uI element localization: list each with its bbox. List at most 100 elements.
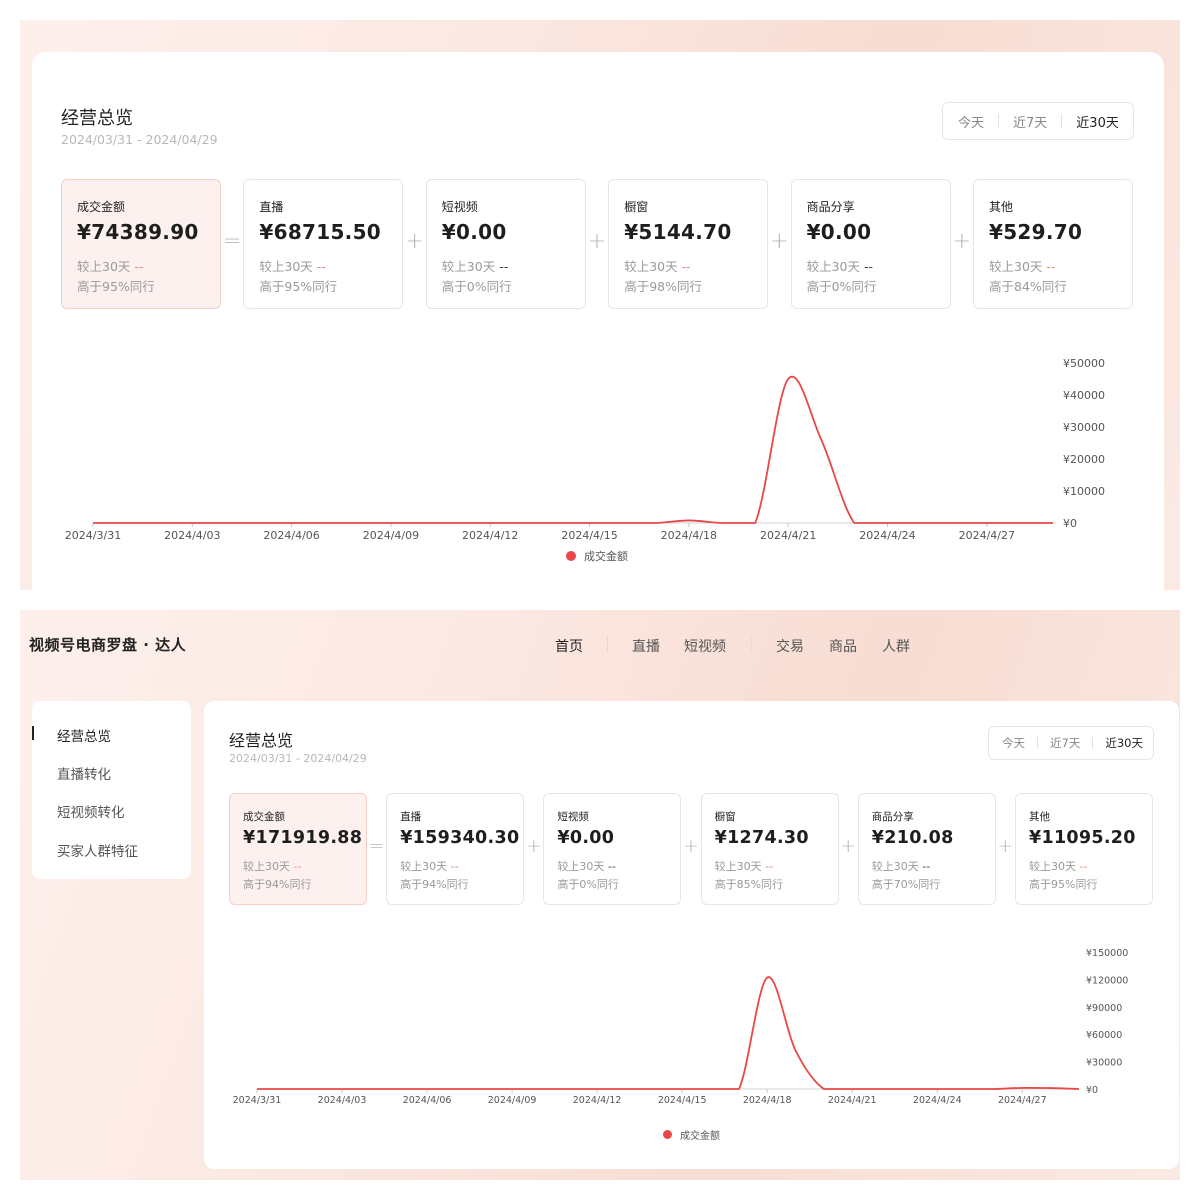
metric-rank: 高于0%同行: [557, 878, 619, 891]
nav-audience[interactable]: 人群: [882, 636, 910, 656]
metric-compare: 较上30天 --: [557, 858, 615, 874]
nav-short-video[interactable]: 短视频: [684, 636, 726, 656]
metric-value: ¥1274.30: [714, 828, 809, 848]
metric-value: ¥529.70: [989, 220, 1083, 244]
metric-value: ¥0.00: [806, 220, 872, 244]
metric-label: 成交金额: [77, 200, 126, 214]
metric-card-total[interactable]: 成交金额 ¥74389.90 较上30天 -- 高于95%同行: [61, 179, 221, 309]
x-tick-label: 2024/4/06: [263, 529, 319, 542]
metric-card[interactable]: 短视频 ¥0.00 较上30天 -- 高于0%同行: [425, 179, 586, 309]
y-tick-label: ¥150000: [1086, 948, 1128, 959]
date-range: 2024/03/31 - 2024/04/29: [229, 752, 367, 765]
nav-home[interactable]: 首页: [555, 636, 583, 656]
plus-sign: +: [525, 835, 542, 857]
metric-compare: 较上30天 --: [989, 256, 1055, 275]
metric-card[interactable]: 短视频 ¥0.00 较上30天 -- 高于0%同行: [543, 793, 682, 905]
compare-label: 较上30天: [806, 259, 860, 274]
nav-product[interactable]: 商品: [829, 636, 857, 656]
x-tick-label: 2024/4/15: [561, 529, 617, 542]
x-tick-label: 2024/4/21: [828, 1095, 877, 1106]
x-tick-label: 2024/4/03: [164, 529, 220, 542]
compare-label: 较上30天: [714, 860, 762, 873]
series-line: [92, 375, 1053, 524]
compare-value: --: [1046, 259, 1056, 274]
nav-live[interactable]: 直播: [632, 636, 660, 656]
side-item-live-conversion[interactable]: 直播转化: [57, 763, 111, 783]
range-tab-30d[interactable]: 近30天: [1105, 735, 1143, 751]
x-tick-label: 2024/4/03: [318, 1095, 367, 1106]
nav-trade[interactable]: 交易: [776, 636, 804, 656]
metric-label: 短视频: [557, 811, 589, 823]
metric-value: ¥0.00: [441, 220, 507, 244]
metric-label: 商品分享: [871, 811, 914, 823]
x-tick-label: 2024/4/27: [998, 1095, 1047, 1106]
y-tick-label: ¥120000: [1086, 975, 1128, 986]
chart-legend[interactable]: 成交金额: [663, 1127, 720, 1142]
plus-sign: +: [683, 835, 699, 857]
metric-label: 短视频: [441, 200, 478, 214]
metric-card[interactable]: 商品分享 ¥0.00 较上30天 -- 高于0%同行: [790, 179, 951, 309]
compare-label: 较上30天: [557, 860, 605, 873]
x-tick-label: 2024/4/21: [760, 529, 816, 542]
range-tab-today[interactable]: 今天: [1002, 735, 1025, 751]
compare-label: 较上30天: [441, 259, 496, 274]
compare-value: --: [134, 259, 144, 274]
y-tick-label: ¥60000: [1086, 1030, 1122, 1041]
chart-legend[interactable]: 成交金额: [566, 548, 628, 564]
metric-label: 直播: [259, 200, 284, 214]
y-tick-label: ¥90000: [1086, 1003, 1122, 1014]
compare-value: --: [607, 860, 616, 873]
compare-label: 较上30天: [259, 259, 313, 274]
metric-label: 成交金额: [243, 811, 285, 823]
x-tick-label: 2024/3/31: [65, 529, 121, 542]
compare-label: 较上30天: [989, 259, 1043, 274]
metric-card[interactable]: 橱窗 ¥5144.70 较上30天 -- 高于98%同行: [608, 179, 769, 309]
metric-rank: 高于0%同行: [441, 279, 512, 294]
overview-card: 经营总览 2024/03/31 - 2024/04/29 今天 近7天 近30天…: [204, 701, 1179, 1169]
divider: [998, 114, 1000, 128]
metric-value: ¥171919.88: [243, 828, 363, 848]
side-item-video-conversion[interactable]: 短视频转化: [57, 801, 125, 821]
divider: [1092, 737, 1094, 749]
compare-value: --: [450, 860, 459, 873]
metric-card[interactable]: 商品分享 ¥210.08 较上30天 -- 高于70%同行: [857, 793, 996, 905]
page-title: 经营总览: [61, 108, 133, 129]
metric-label: 橱窗: [714, 811, 736, 823]
compare-label: 较上30天: [77, 259, 131, 274]
metric-rank: 高于0%同行: [806, 279, 877, 294]
x-tick-label: 2024/4/27: [959, 529, 1015, 542]
metric-rank: 高于94%同行: [400, 878, 469, 891]
compare-label: 较上30天: [400, 860, 448, 873]
side-item-buyer-profile[interactable]: 买家人群特征: [57, 840, 138, 860]
metric-card-total[interactable]: 成交金额 ¥171919.88 较上30天 -- 高于94%同行: [229, 793, 367, 905]
x-tick-label: 2024/4/12: [573, 1095, 622, 1106]
range-tab-30d[interactable]: 近30天: [1076, 112, 1119, 131]
metric-compare: 较上30天 --: [872, 858, 930, 874]
metric-compare: 较上30天 --: [442, 256, 508, 275]
y-tick-label: ¥10000: [1063, 485, 1105, 498]
metric-card[interactable]: 其他 ¥529.70 较上30天 -- 高于84%同行: [973, 179, 1133, 309]
metric-compare: 较上30天 --: [77, 256, 143, 275]
divider: [1061, 114, 1063, 128]
metric-card[interactable]: 直播 ¥159340.30 较上30天 -- 高于94%同行: [386, 793, 525, 905]
legend-label: 成交金额: [680, 1131, 720, 1142]
metric-card[interactable]: 橱窗 ¥1274.30 较上30天 -- 高于85%同行: [700, 793, 839, 905]
metric-card[interactable]: 其他 ¥11095.20 较上30天 -- 高于95%同行: [1015, 793, 1153, 905]
range-tabs: 今天 近7天 近30天: [942, 102, 1134, 140]
range-tab-today[interactable]: 今天: [958, 112, 984, 131]
series-line: [256, 976, 1080, 1090]
x-tick-label: 2024/4/24: [859, 529, 915, 542]
app-title: 视频号电商罗盘 · 达人: [29, 636, 187, 654]
equals-sign: =: [222, 229, 242, 254]
range-tab-7d[interactable]: 近7天: [1050, 735, 1080, 751]
y-tick-label: ¥50000: [1063, 357, 1105, 370]
metric-card[interactable]: 直播 ¥68715.50 较上30天 -- 高于95%同行: [243, 179, 404, 309]
side-item-overview[interactable]: 经营总览: [57, 725, 111, 745]
compare-label: 较上30天: [243, 860, 290, 873]
x-tick-label: 2024/4/24: [913, 1095, 962, 1106]
metric-value: ¥210.08: [871, 828, 954, 848]
y-tick-label: ¥0: [1063, 517, 1077, 530]
metric-value: ¥5144.70: [624, 220, 732, 244]
range-tab-7d[interactable]: 近7天: [1013, 112, 1047, 131]
compare-value: --: [681, 259, 691, 274]
